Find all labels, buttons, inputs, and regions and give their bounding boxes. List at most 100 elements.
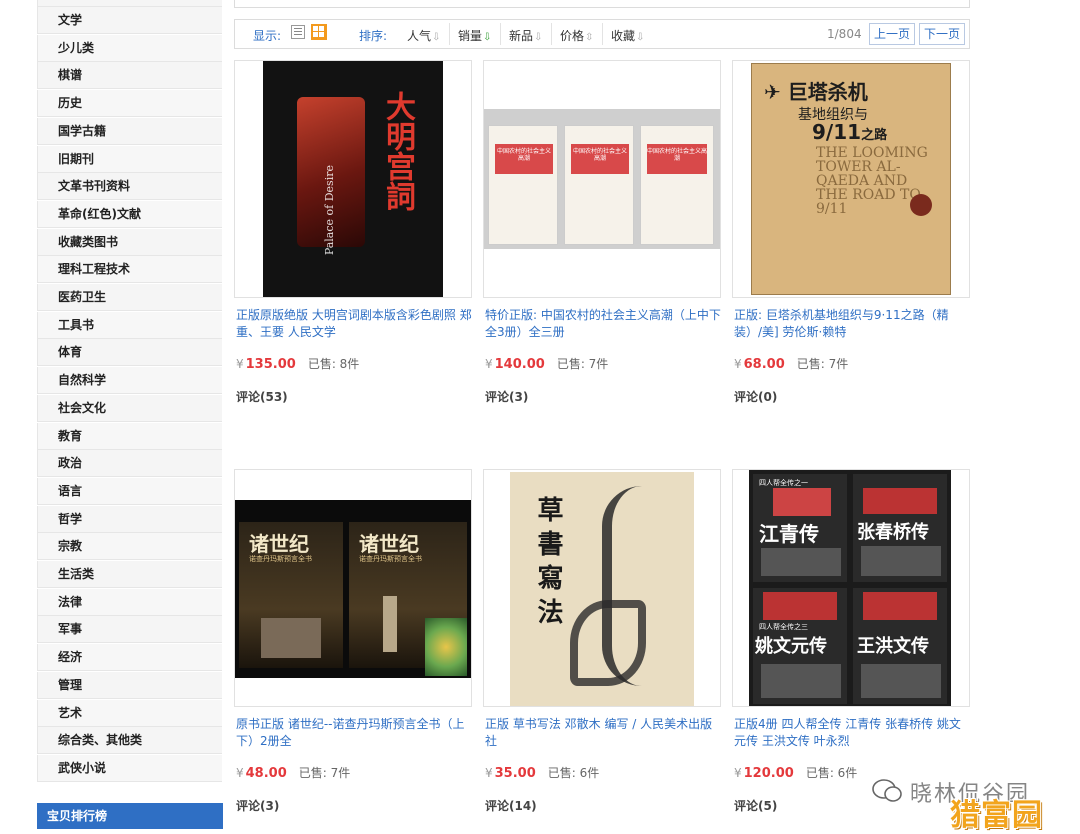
prev-page-button[interactable]: 上一页 bbox=[869, 23, 915, 45]
sold-count: 已售: 6件 bbox=[547, 766, 600, 780]
watermark-brand: 猎富园 bbox=[950, 798, 1043, 833]
cover-subtitle: 诺查丹玛斯预言全书 bbox=[249, 555, 312, 563]
cover-photo bbox=[863, 592, 937, 620]
sidebar-category-item[interactable]: 收藏类图书 bbox=[37, 229, 222, 256]
sidebar-category-item[interactable]: 旧期刊 bbox=[37, 146, 222, 173]
cover-title: 中国农村的社会主义高潮 bbox=[647, 148, 708, 162]
tower-illustration bbox=[383, 596, 397, 652]
cover-title: 中国农村的社会主义高潮 bbox=[572, 148, 627, 162]
product-title-link[interactable]: 特价正版: 中国农村的社会主义高潮（上中下全3册）全三册 bbox=[485, 307, 721, 341]
product-price: 140.00 bbox=[494, 357, 545, 372]
product-title-link[interactable]: 正版 草书写法 邓散木 编写 / 人民美术出版社 bbox=[485, 716, 721, 750]
sidebar-category-item[interactable]: 理科工程技术 bbox=[37, 256, 222, 283]
cover-number-text: 9/11 bbox=[812, 120, 862, 144]
sidebar-category-item[interactable]: 社会文化 bbox=[37, 395, 222, 422]
reviews-link[interactable]: 评论(3) bbox=[236, 797, 279, 814]
cover-title: 张春桥传 bbox=[857, 522, 929, 543]
sidebar-category-item[interactable]: 管理 bbox=[37, 672, 222, 699]
product-title-link[interactable]: 原书正版 诸世纪--诺查丹玛斯预言全书（上下）2册全 bbox=[236, 716, 472, 750]
product-image[interactable]: 中国农村的社会主义高潮 中国农村的社会主义高潮 中国农村的社会主义高潮 bbox=[483, 60, 721, 298]
price-row: ¥120.00 已售: 6件 bbox=[734, 764, 857, 781]
sidebar-category-item[interactable]: 教育 bbox=[37, 423, 222, 450]
currency-symbol: ¥ bbox=[734, 766, 742, 780]
watermark: 晓林侃谷园 猎富园 bbox=[868, 768, 1078, 833]
next-page-button[interactable]: 下一页 bbox=[919, 23, 965, 45]
reviews-link[interactable]: 评论(53) bbox=[236, 388, 288, 405]
sort-price[interactable]: 价格⇳ bbox=[560, 27, 593, 44]
sidebar-category-item[interactable]: 文革书刊资料 bbox=[37, 173, 222, 200]
wechat-icon bbox=[872, 779, 902, 802]
book-volume: 张春桥传 bbox=[853, 474, 947, 582]
arrow-updown-icon: ⇳ bbox=[585, 32, 594, 43]
cover-title: 江青传 bbox=[759, 522, 819, 546]
sold-count: 已售: 7件 bbox=[298, 766, 351, 780]
book-volume: 王洪文传 bbox=[853, 588, 947, 704]
top-panel-edge bbox=[234, 0, 970, 8]
product-image[interactable]: ✈ 巨塔杀机 基地组织与 9/11之路 THE LOOMING TOWER AL… bbox=[732, 60, 970, 298]
sticker-illustration bbox=[425, 618, 467, 676]
sidebar-category-item[interactable]: 文学 bbox=[37, 7, 222, 34]
cover-illustration bbox=[261, 618, 321, 658]
sidebar-category-item[interactable]: 语言 bbox=[37, 478, 222, 505]
product-image[interactable]: 草書寫法 bbox=[483, 469, 721, 707]
rank-list-header[interactable]: 宝贝排行榜 bbox=[37, 803, 223, 829]
product-price: 135.00 bbox=[245, 357, 296, 372]
sidebar-category-item[interactable]: 棋谱 bbox=[37, 62, 222, 89]
reviews-link[interactable]: 评论(3) bbox=[485, 388, 528, 405]
sidebar-category-item[interactable]: 综合类、其他类 bbox=[37, 727, 222, 754]
product-image[interactable]: 大明宫詞 Palace of Desire bbox=[234, 60, 472, 298]
sidebar-category-item[interactable]: 国学古籍 bbox=[37, 118, 222, 145]
sidebar-category-item[interactable]: 宗教 bbox=[37, 533, 222, 560]
sort-price-label: 价格 bbox=[560, 29, 585, 43]
sidebar-category-item[interactable]: 革命(红色)文献 bbox=[37, 201, 222, 228]
list-view-icon[interactable] bbox=[291, 25, 305, 39]
product-title-link[interactable]: 正版4册 四人帮全传 江青传 张春桥传 姚文元传 王洪文传 叶永烈 bbox=[734, 716, 970, 750]
book-volume: 四人帮全传之一 江青传 bbox=[753, 474, 847, 582]
book-cover: ✈ 巨塔杀机 基地组织与 9/11之路 THE LOOMING TOWER AL… bbox=[751, 63, 951, 295]
sidebar-category-item[interactable]: 法律 bbox=[37, 589, 222, 616]
plane-icon: ✈ bbox=[764, 80, 781, 104]
arrow-down-icon: ⇩ bbox=[636, 32, 645, 43]
currency-symbol: ¥ bbox=[734, 357, 742, 371]
book-cover: 大明宫詞 Palace of Desire bbox=[263, 61, 443, 297]
sidebar-category-item[interactable]: 自然科学 bbox=[37, 367, 222, 394]
reviews-link[interactable]: 评论(0) bbox=[734, 388, 777, 405]
display-label: 显示: bbox=[253, 29, 282, 43]
sidebar-category-item[interactable]: 艺术 bbox=[37, 700, 222, 727]
sort-sales[interactable]: 销量⇩ bbox=[458, 27, 491, 44]
grid-view-icon[interactable] bbox=[311, 24, 327, 40]
cover-photo bbox=[861, 546, 941, 576]
sidebar-category-item[interactable]: 武侠小说 bbox=[37, 755, 222, 782]
book-volume: 中国农村的社会主义高潮 bbox=[564, 125, 634, 245]
sold-count: 已售: 7件 bbox=[796, 357, 849, 371]
product-title-link[interactable]: 正版原版绝版 大明宫词剧本版含彩色剧照 郑重、王要 人民文学 bbox=[236, 307, 472, 341]
sort-new[interactable]: 新品⇩ bbox=[509, 27, 542, 44]
product-title-link[interactable]: 正版: 巨塔杀机基地组织与9·11之路（精装）/美] 劳伦斯·赖特 bbox=[734, 307, 970, 341]
sidebar-category-item[interactable]: 体育 bbox=[37, 339, 222, 366]
sort-favorites[interactable]: 收藏⇩ bbox=[611, 27, 644, 44]
category-list: 文学 少儿类 棋谱 历史 国学古籍 旧期刊 文革书刊资料 革命(红色)文献 收藏类图书 理科工程技… bbox=[37, 0, 224, 784]
sidebar-category-item[interactable]: 医药卫生 bbox=[37, 284, 222, 311]
page-indicator: 1/804 bbox=[827, 27, 862, 41]
divider bbox=[602, 23, 603, 45]
sidebar-category-item[interactable]: 历史 bbox=[37, 90, 222, 117]
cover-title-cn-text: 巨塔杀机 bbox=[787, 80, 868, 104]
sidebar-category-item[interactable]: 哲学 bbox=[37, 506, 222, 533]
sidebar-category-item[interactable]: 工具书 bbox=[37, 312, 222, 339]
cover-title: 草書寫法 bbox=[533, 496, 563, 632]
product-image[interactable]: 诸世纪 诺查丹玛斯预言全书 诸世纪 诺查丹玛斯预言全书 bbox=[234, 469, 472, 707]
sort-popularity[interactable]: 人气⇩ bbox=[407, 27, 440, 44]
reviews-link[interactable]: 评论(5) bbox=[734, 797, 777, 814]
book-volume: 四人帮全传之三 姚文元传 bbox=[753, 588, 847, 704]
product-image[interactable]: 四人帮全传之一 江青传 张春桥传 四人帮全传之三 姚文元传 王洪文传 bbox=[732, 469, 970, 707]
reviews-link[interactable]: 评论(14) bbox=[485, 797, 537, 814]
currency-symbol: ¥ bbox=[485, 357, 493, 371]
sidebar-category-item[interactable]: 政治 bbox=[37, 450, 222, 477]
cover-title: 诸世纪 bbox=[359, 532, 419, 556]
sidebar-category-item[interactable]: 少儿类 bbox=[37, 35, 222, 62]
arrow-down-icon: ⇩ bbox=[534, 32, 543, 43]
blood-splatter-icon bbox=[910, 194, 932, 216]
sidebar-category-item[interactable]: 生活类 bbox=[37, 561, 222, 588]
sidebar-category-item[interactable]: 经济 bbox=[37, 644, 222, 671]
sidebar-category-item[interactable]: 军事 bbox=[37, 616, 222, 643]
